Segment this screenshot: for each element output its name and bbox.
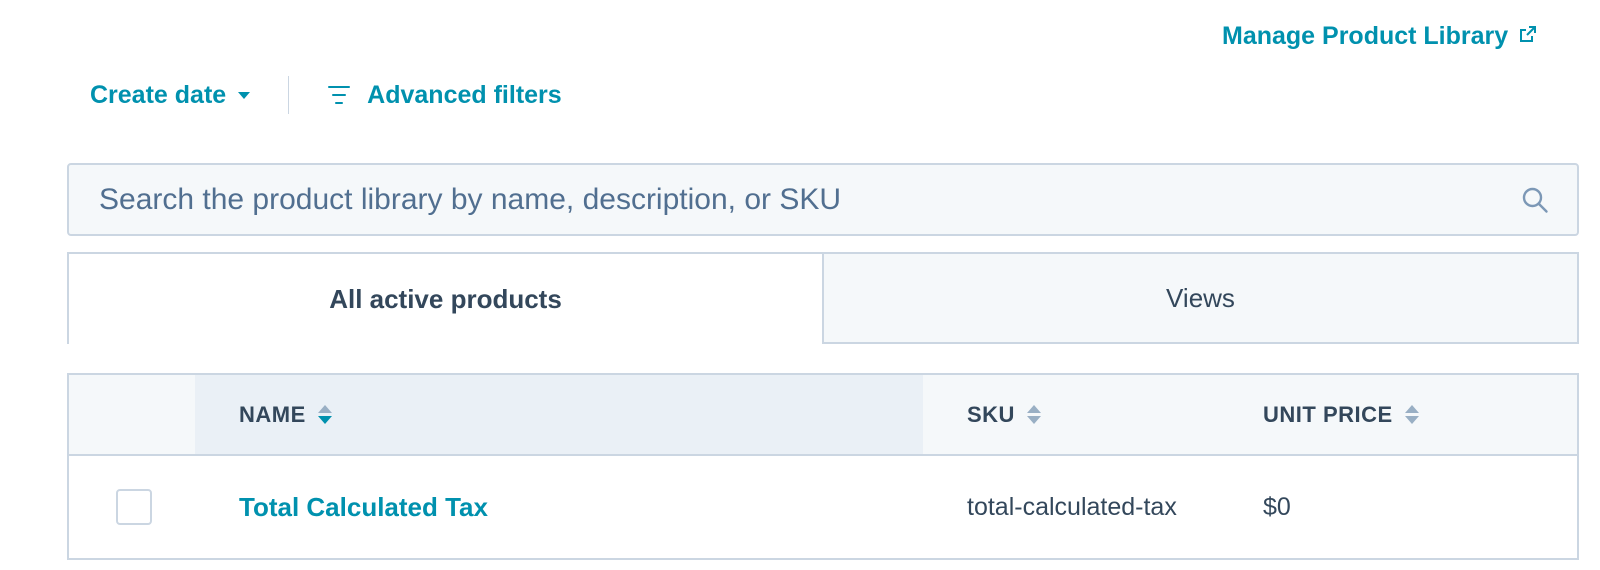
- column-header-unit-price[interactable]: UNIT PRICE: [1219, 375, 1577, 454]
- tab-label: All active products: [329, 283, 562, 314]
- row-checkbox[interactable]: [116, 489, 152, 525]
- filter-bar: Create date Advanced filters: [90, 76, 562, 114]
- tab-all-active-products[interactable]: All active products: [67, 252, 824, 344]
- table-header: NAME SKU UNIT PRICE: [69, 375, 1577, 456]
- header-select-column: [69, 375, 195, 454]
- unit-price-value: $0: [1263, 492, 1291, 521]
- external-link-icon: [1518, 22, 1538, 51]
- product-search-box: [67, 163, 1579, 236]
- products-table: NAME SKU UNIT PRICE Total Calculated Tax…: [67, 373, 1579, 560]
- row-select-cell: [69, 456, 195, 558]
- filter-divider: [288, 76, 290, 114]
- tab-views[interactable]: Views: [824, 252, 1579, 344]
- search-icon[interactable]: [1521, 186, 1549, 214]
- column-header-label: SKU: [967, 401, 1015, 427]
- product-name-link[interactable]: Total Calculated Tax: [239, 492, 488, 523]
- column-header-name[interactable]: NAME: [195, 375, 923, 454]
- advanced-filters-button[interactable]: Advanced filters: [327, 81, 562, 110]
- filter-lines-icon: [327, 84, 351, 106]
- column-header-sku[interactable]: SKU: [923, 375, 1219, 454]
- sort-icon: [317, 405, 332, 424]
- caret-down-icon: [238, 91, 251, 99]
- create-date-label: Create date: [90, 80, 227, 109]
- product-tabs: All active products Views: [67, 252, 1579, 344]
- table-row: Total Calculated Tax total-calculated-ta…: [69, 456, 1577, 560]
- manage-product-library-label: Manage Product Library: [1222, 22, 1509, 50]
- unit-price-cell: $0: [1219, 456, 1577, 558]
- column-header-label: UNIT PRICE: [1263, 401, 1393, 427]
- sku-value: total-calculated-tax: [967, 493, 1177, 521]
- advanced-filters-label: Advanced filters: [367, 80, 562, 109]
- create-date-filter-button[interactable]: Create date: [90, 80, 251, 110]
- product-library-page: Manage Product Library Create date Advan…: [0, 0, 1600, 570]
- sort-icon: [1026, 405, 1041, 424]
- sort-icon: [1404, 405, 1419, 424]
- sku-cell: total-calculated-tax: [923, 456, 1219, 558]
- manage-product-library-link[interactable]: Manage Product Library: [1222, 22, 1538, 51]
- product-search-input[interactable]: [99, 182, 1521, 217]
- column-header-label: NAME: [239, 401, 306, 427]
- name-cell: Total Calculated Tax: [195, 456, 923, 558]
- tab-label: Views: [1166, 282, 1235, 313]
